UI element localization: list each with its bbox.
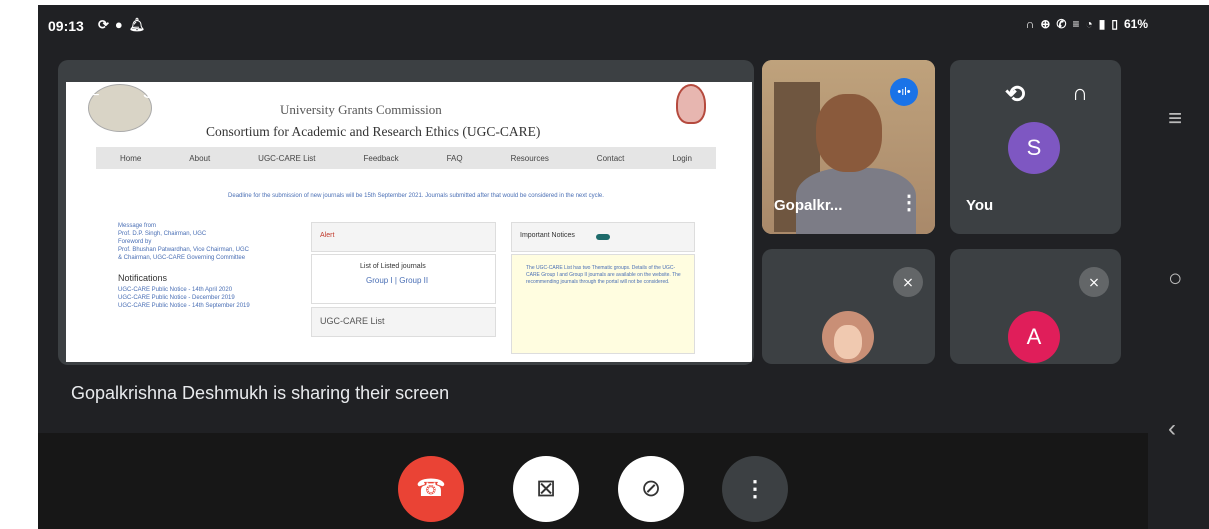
important-notices-label: Important Notices bbox=[520, 232, 575, 239]
nav-feedback: Feedback bbox=[363, 153, 399, 163]
back-icon[interactable]: ‹ bbox=[1168, 415, 1176, 443]
alert-label: Alert bbox=[320, 232, 335, 239]
screen-sharing-banner: Gopalkrishna Deshmukh is sharing their s… bbox=[71, 383, 450, 403]
participant-tile-gopalkrishna[interactable]: •ıl• Gopalkr... ⋮ bbox=[762, 60, 935, 234]
left-item: Message from bbox=[118, 223, 157, 229]
left-item: Prof. Bhushan Patwardhan, Vice Chairman,… bbox=[118, 247, 249, 253]
back-arrow-icon[interactable]: ← bbox=[78, 75, 104, 106]
site-nav: Home About UGC-CARE List Feedback FAQ Re… bbox=[96, 147, 716, 169]
status-bar: 09:13 ⟳ ● 🔔︎ ∩ ⊕ ✆ ≡ ◔ ▮ ▯ 61% bbox=[38, 5, 1148, 49]
left-item: Prof. D.P. Singh, Chairman, UGC bbox=[118, 231, 207, 237]
avatar-face bbox=[834, 325, 862, 359]
status-right-icons: ∩ ⊕ ✆ ≡ ◔ ▮ ▯ 61% bbox=[1026, 17, 1148, 31]
volte-icon: ≡ bbox=[1072, 17, 1080, 31]
notification-icon: 🔔︎ bbox=[128, 17, 146, 32]
left-margin bbox=[0, 0, 38, 529]
notices-content: The UGC-CARE List has two Thematic group… bbox=[511, 254, 695, 354]
left-item: Foreword by bbox=[118, 239, 152, 245]
status-left-icons: ⟳ ● 🔔︎ bbox=[98, 17, 145, 33]
videocam-off-icon: ⊠ bbox=[535, 475, 557, 502]
participant-tile-4[interactable]: ⨯ A bbox=[950, 249, 1121, 364]
meeting-code-text: sph-hzup-ofk bbox=[143, 78, 271, 103]
alert-box: Alert bbox=[311, 222, 496, 252]
meeting-code[interactable]: sph-hzup-ofk › bbox=[143, 78, 284, 104]
battery-level: 61% bbox=[1123, 17, 1148, 31]
shared-screen-tile[interactable]: University Grants Commission Consortium … bbox=[58, 60, 754, 365]
left-item: & Chairman, UGC-CARE Governing Committee bbox=[118, 255, 246, 261]
listed-journals-label: List of Listed journals bbox=[360, 263, 426, 270]
more-vert-icon: ⋮ bbox=[744, 476, 766, 501]
participant-name: You bbox=[966, 197, 994, 214]
notification-item: UGC-CARE Public Notice - December 2019 bbox=[118, 295, 235, 301]
battery-icon: ▯ bbox=[1111, 17, 1118, 31]
android-nav-bar: ≡ ○ ‹ bbox=[1148, 5, 1209, 529]
wifi-icon: ◔ bbox=[1085, 17, 1093, 31]
nav-resources: Resources bbox=[510, 153, 549, 163]
more-vert-icon[interactable]: ⋮ bbox=[899, 190, 919, 215]
group-links: Group I | Group II bbox=[366, 276, 429, 285]
home-icon[interactable]: ○ bbox=[1168, 265, 1183, 293]
notification-item: UGC-CARE Public Notice - 14th April 2020 bbox=[118, 287, 233, 293]
vpn-icon: ⊕ bbox=[1040, 17, 1051, 31]
left-column: Message from Prof. D.P. Singh, Chairman,… bbox=[118, 222, 278, 310]
nav-contact: Contact bbox=[596, 153, 625, 163]
chat-icon: ● bbox=[114, 17, 123, 32]
notification-item: UGC-CARE Public Notice - 14th September … bbox=[118, 303, 250, 309]
avatar: A bbox=[1008, 311, 1060, 363]
notifications-heading: Notifications bbox=[118, 273, 168, 283]
nav-faq: FAQ bbox=[446, 153, 463, 163]
camera-toggle-button[interactable]: ⊠ bbox=[513, 456, 579, 522]
group1-link: Group I bbox=[366, 276, 393, 285]
ugc-seal bbox=[676, 84, 706, 124]
group2-link: Group II bbox=[399, 276, 429, 285]
meet-call-screen: 09:13 ⟳ ● 🔔︎ ∩ ⊕ ✆ ≡ ◔ ▮ ▯ 61% Universit… bbox=[38, 5, 1209, 529]
headset-icon: ∩ bbox=[1025, 17, 1035, 31]
org-line-1: University Grants Commission bbox=[280, 102, 442, 117]
participant-tile-you[interactable]: ⟲ ∩ S You bbox=[950, 60, 1121, 234]
nav-care-list: UGC-CARE List bbox=[258, 153, 316, 163]
new-badge bbox=[596, 234, 610, 240]
participant-tile-3[interactable]: ⨯ bbox=[762, 249, 935, 364]
hang-up-button[interactable]: ☎ bbox=[398, 456, 464, 522]
participant-name: Gopalkr... bbox=[774, 197, 843, 214]
mic-off-icon: ⨯ bbox=[893, 267, 923, 297]
sync-icon: ⟳ bbox=[98, 17, 109, 32]
mic-off-icon: ⨯ bbox=[1079, 267, 1109, 297]
switch-camera-icon[interactable]: ⟲ bbox=[1005, 80, 1025, 109]
signal-icon: ▮ bbox=[1098, 17, 1106, 31]
speaking-indicator-icon: •ıl• bbox=[890, 78, 918, 106]
avatar: S bbox=[1008, 122, 1060, 174]
important-notices-box: Important Notices bbox=[511, 222, 695, 252]
nav-login: Login bbox=[672, 153, 692, 163]
deadline-notice: Deadline for the submission of new journ… bbox=[228, 193, 604, 199]
call-end-icon: ☎ bbox=[416, 475, 446, 502]
more-options-button[interactable]: ⋮ bbox=[722, 456, 788, 522]
recents-icon[interactable]: ≡ bbox=[1168, 105, 1182, 133]
nav-home: Home bbox=[119, 153, 142, 163]
mic-toggle-button[interactable]: ⊘ bbox=[618, 456, 684, 522]
care-list-box: UGC-CARE List bbox=[311, 307, 496, 337]
call-icon: ✆ bbox=[1056, 17, 1067, 31]
chevron-right-icon: › bbox=[276, 78, 284, 103]
headset-icon[interactable]: ∩ bbox=[1072, 80, 1088, 106]
status-time: 09:13 bbox=[48, 18, 84, 34]
call-controls: ☎ ⊠ ⊘ ⋮ bbox=[38, 433, 1148, 529]
avatar bbox=[822, 311, 874, 363]
video-person-face bbox=[816, 94, 882, 172]
nav-about: About bbox=[189, 153, 211, 163]
org-line-2: Consortium for Academic and Research Eth… bbox=[206, 124, 541, 139]
listed-journals-box: List of Listed journals Group I | Group … bbox=[311, 254, 496, 304]
shared-webpage: University Grants Commission Consortium … bbox=[66, 82, 752, 362]
mic-off-icon: ⊘ bbox=[640, 475, 662, 502]
care-list-label: UGC-CARE List bbox=[320, 316, 385, 326]
